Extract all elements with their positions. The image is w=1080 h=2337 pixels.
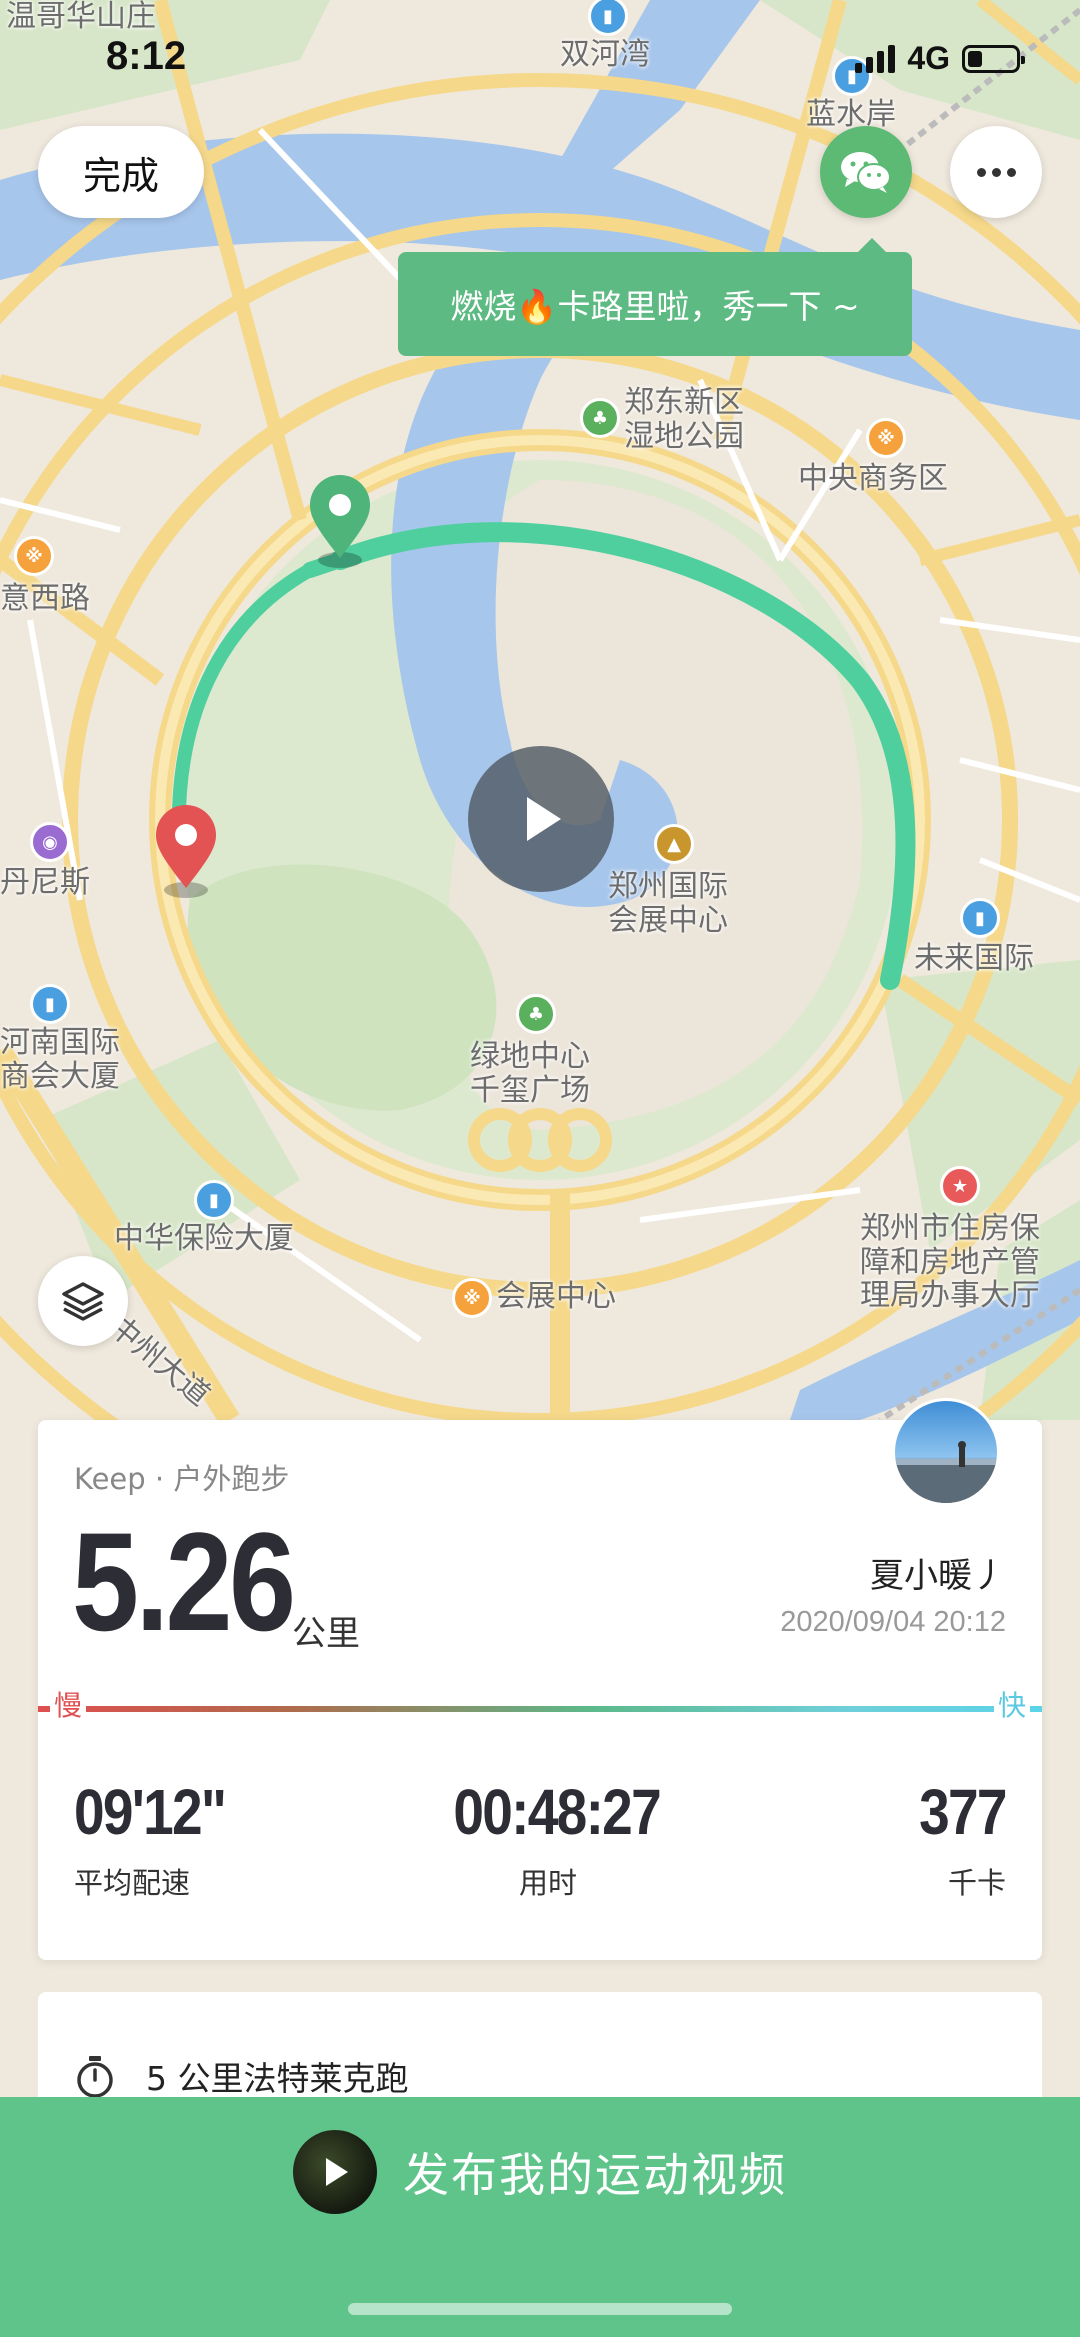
bottom-bar: 发布我的运动视频 [0,2097,1080,2337]
landmark-poi-icon: ▲ [654,824,694,864]
map-label: 郑东新区 湿地公园 [624,385,744,454]
network-type: 4G [907,40,950,76]
workout-datetime: 2020/09/04 20:12 [780,1606,1006,1638]
wechat-icon [841,152,891,193]
stat-duration: 00:48:27 用时 [438,1776,661,1902]
more-dots-icon [976,167,986,177]
status-indicators: 4G [855,40,1025,77]
stat-value: 377 [919,1776,1007,1848]
stat-value: 09'12" [74,1776,227,1848]
play-icon [326,2158,348,2186]
training-plan-title: 5 公里法特莱克跑 [146,2059,409,2098]
map-label: 意西路 [0,581,90,616]
distance-unit: 公里 [292,1614,360,1654]
map-label: 郑州国际 会展中心 [608,869,728,938]
publish-video-button[interactable]: 发布我的运动视频 [0,2097,1080,2247]
play-icon [527,797,561,841]
business-poi-icon: ※ [452,1278,492,1318]
battery-level [968,50,982,67]
publish-video-label: 发布我的运动视频 [403,2148,787,2202]
training-plan-card[interactable]: 5 公里法特莱克跑 [38,1992,1042,2112]
map-label: 未来国际 [914,941,1034,976]
stat-average-pace: 09'12" 平均配速 [74,1780,250,1902]
building-poi-icon: ▮ [194,1180,234,1220]
stat-label: 千卡 [947,1866,1006,1900]
business-poi-icon: ※ [14,536,54,576]
map-label: 会展中心 [496,1279,616,1314]
share-tooltip[interactable]: 燃烧🔥卡路里啦，秀一下 ~ [398,238,912,356]
map-label: 河南国际 商会大厦 [0,1025,120,1094]
layers-icon [62,1282,104,1321]
pace-fast-label: 快 [993,1684,1030,1724]
status-time: 8:12 [106,34,187,78]
stat-label: 用时 [518,1866,577,1900]
stat-label: 平均配速 [74,1866,191,1900]
map-label: 中央商务区 [798,461,948,496]
battery-icon [962,44,1025,73]
status-bar: 8:12 4G [0,0,1080,110]
map-layers-button[interactable] [38,1256,128,1346]
park-poi-icon: ♣ [516,994,556,1034]
home-indicator[interactable] [348,2303,732,2315]
username: 夏小暖丿 [870,1556,1006,1596]
business-poi-icon: ※ [866,418,906,458]
map-label: 郑州市住房保 障和房地产管 理局办事大厅 [860,1211,1040,1314]
park-poi-icon: ♣ [580,398,620,438]
wechat-share-button[interactable] [820,126,912,218]
shopping-poi-icon: ◉ [30,822,70,862]
activity-source: Keep · 户外跑步 [74,1462,290,1496]
building-poi-icon: ▮ [960,898,1000,938]
replay-button[interactable] [468,746,614,892]
video-thumbnail [293,2130,377,2214]
done-button[interactable]: 完成 [38,126,204,218]
more-button[interactable] [950,126,1042,218]
distance-value: 5.26 [72,1503,296,1660]
avatar[interactable] [892,1398,1000,1506]
stopwatch-icon [77,2056,113,2098]
stat-calories: 377 千卡 [905,1776,1007,1902]
pace-slow-label: 慢 [50,1684,87,1724]
signal-icon [855,44,896,73]
map-label: 丹尼斯 [0,865,90,900]
avatar-photo [895,1441,997,1503]
pace-gradient-bar [38,1706,1042,1712]
building-poi-icon: ▮ [30,984,70,1024]
stat-value: 00:48:27 [453,1776,661,1848]
government-poi-icon: ★ [940,1166,980,1206]
map-label: 绿地中心 千玺广场 [470,1039,590,1108]
workout-summary-card: Keep · 户外跑步 5.26 公里 夏小暖丿 2020/09/04 20:1… [38,1398,1042,1960]
map-label: 中华保险大厦 [114,1221,294,1256]
